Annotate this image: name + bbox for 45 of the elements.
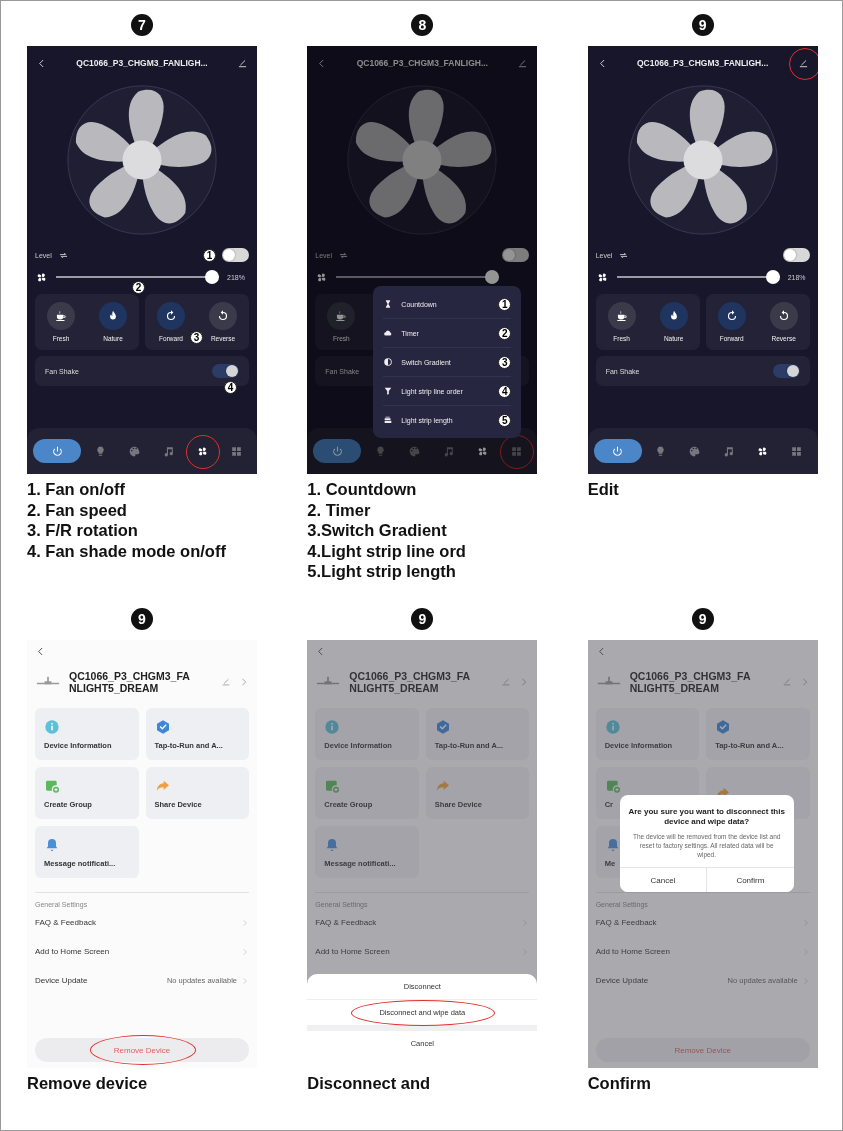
device-name: NLIGHT5_DREAM: [349, 682, 440, 694]
callout-number: 4: [498, 384, 512, 398]
step-number: 9: [691, 608, 714, 630]
step-number: 9: [691, 14, 714, 36]
settings-row-label[interactable]: FAQ & Feedback: [315, 918, 377, 927]
callout-number: 5: [498, 413, 512, 427]
step-number: 9: [131, 608, 153, 630]
caption-line: 5.Light strip length: [307, 561, 457, 582]
settings-row-label[interactable]: Device Update: [35, 976, 88, 985]
settings-row-label[interactable]: Add to Home Screen: [595, 947, 670, 956]
device-title: QC1066_P3_CHGM3_FANLIGH...: [636, 58, 770, 68]
caption-line: 4.Light strip line ord: [307, 540, 467, 561]
callout-number: 4: [224, 381, 237, 394]
device-name: NLIGHT5_DREAM: [69, 682, 160, 694]
settings-row-label[interactable]: FAQ & Feedback: [35, 918, 96, 927]
caption-line: Disconnect and: [307, 1073, 432, 1094]
device-name: QC1066_P3_CHGM3_FA: [69, 670, 190, 682]
device-name: QC1066_P3_CHGM3_FA: [349, 670, 471, 682]
settings-row-label[interactable]: Add to Home Screen: [35, 947, 110, 956]
callout-number: 3: [498, 355, 512, 369]
step-number: 8: [411, 14, 434, 36]
caption-line: 2. Timer: [307, 499, 372, 520]
caption-line: Remove device: [27, 1073, 149, 1094]
callout-number: 2: [498, 326, 512, 340]
step-number: 9: [411, 608, 434, 630]
device-name: NLIGHT5_DREAM: [629, 682, 720, 694]
device-title: QC1066_P3_CHGM3_FANLIGH...: [75, 58, 209, 68]
caption-line: Edit: [587, 479, 620, 500]
caption-line: Confirm: [587, 1073, 652, 1094]
dialog-button[interactable]: Confirm: [706, 868, 794, 892]
caption-line: 1. Countdown: [307, 479, 418, 500]
callout-number: 1: [203, 248, 216, 262]
settings-row-label[interactable]: FAQ & Feedback: [595, 918, 657, 927]
caption-line: 2. Fan speed: [27, 499, 128, 520]
caption-line: 3. F/R rotation: [27, 520, 139, 541]
settings-row-label[interactable]: Add to Home Screen: [315, 947, 390, 956]
callout-number: 3: [190, 331, 203, 344]
device-name: QC1066_P3_CHGM3_FA: [629, 670, 751, 682]
device-title: QC1066_P3_CHGM3_FANLIGH...: [355, 58, 489, 68]
settings-row-label[interactable]: Device Update: [595, 976, 649, 985]
callout-number: 1: [498, 297, 512, 311]
caption-line: 3.Switch Gradient: [307, 520, 448, 541]
caption-line: 1. Fan on/off: [27, 479, 127, 500]
caption-line: 4. Fan shade mode on/off: [27, 540, 227, 561]
step-number: 7: [131, 14, 153, 36]
